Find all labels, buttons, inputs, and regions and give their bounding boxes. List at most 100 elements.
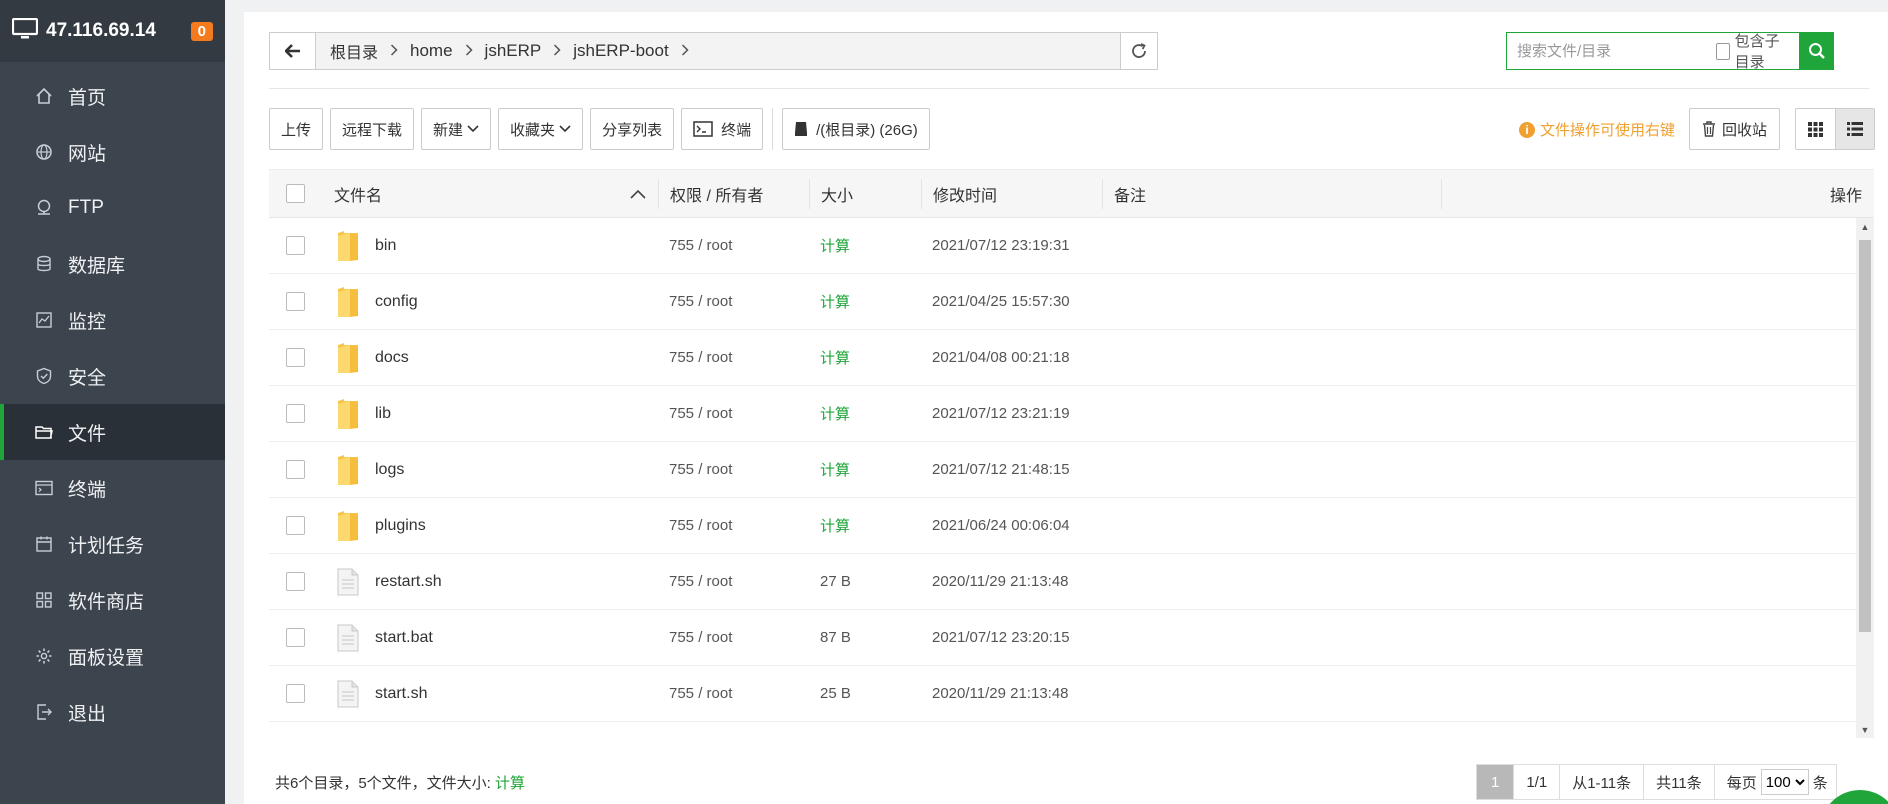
row-perm[interactable]: 755 / root <box>658 685 809 702</box>
row-name-cell[interactable]: config <box>322 286 658 318</box>
row-name-cell[interactable]: docs <box>322 342 658 374</box>
list-view-button[interactable] <box>1834 109 1874 149</box>
header-size[interactable]: 大小 <box>809 178 921 209</box>
file-name[interactable]: start.bat <box>375 629 433 647</box>
scroll-down-icon[interactable]: ▼ <box>1856 721 1874 738</box>
select-all-checkbox[interactable] <box>286 184 305 203</box>
include-subdir-toggle[interactable]: 包含子目录 <box>1716 30 1793 72</box>
search-input[interactable] <box>1507 33 1716 69</box>
table-row[interactable]: start.bat 755 / root 87 B 2021/07/12 23:20:… <box>269 610 1874 666</box>
back-button[interactable] <box>270 33 316 69</box>
row-name-cell[interactable]: bin <box>322 230 658 262</box>
row-size[interactable]: 计算 <box>809 459 921 480</box>
row-size[interactable]: 计算 <box>809 347 921 368</box>
table-row[interactable]: docs 755 / root 计算 2021/04/08 00:21:18 <box>269 330 1874 386</box>
disk-button[interactable]: /(根目录) (26G) <box>782 108 930 150</box>
header-perm[interactable]: 权限 / 所有者 <box>658 178 809 209</box>
row-name-cell[interactable]: plugins <box>322 510 658 542</box>
row-checkbox[interactable] <box>286 572 305 591</box>
row-name-cell[interactable]: restart.sh <box>322 568 658 596</box>
terminal-button[interactable]: 终端 <box>681 108 764 150</box>
file-name[interactable]: restart.sh <box>375 573 442 591</box>
row-name-cell[interactable]: lib <box>322 398 658 430</box>
file-name[interactable]: plugins <box>375 517 426 535</box>
row-checkbox[interactable] <box>286 348 305 367</box>
table-row[interactable]: lib 755 / root 计算 2021/07/12 23:21:19 <box>269 386 1874 442</box>
row-size[interactable]: 计算 <box>809 235 921 256</box>
scrollbar-thumb[interactable] <box>1859 240 1871 632</box>
sidebar-item-5[interactable]: 安全 <box>0 348 225 404</box>
calc-total-size-link[interactable]: 计算 <box>495 775 525 792</box>
row-checkbox[interactable] <box>286 684 305 703</box>
favorites-dropdown-button[interactable]: 收藏夹 <box>498 108 584 150</box>
sidebar-item-11[interactable]: 退出 <box>0 684 225 740</box>
sidebar-item-4[interactable]: 监控 <box>0 292 225 348</box>
new-dropdown-button[interactable]: 新建 <box>421 108 492 150</box>
row-checkbox[interactable] <box>286 404 305 423</box>
row-size[interactable]: 计算 <box>809 291 921 312</box>
sidebar-item-6[interactable]: 文件 <box>0 404 225 460</box>
notification-badge[interactable]: 0 <box>190 21 213 41</box>
row-checkbox[interactable] <box>286 628 305 647</box>
sidebar-item-9[interactable]: 软件商店 <box>0 572 225 628</box>
table-row[interactable]: logs 755 / root 计算 2021/07/12 21:48:15 <box>269 442 1874 498</box>
table-row[interactable]: bin 755 / root 计算 2021/07/12 23:19:31 <box>269 218 1874 274</box>
row-name-cell[interactable]: logs <box>322 454 658 486</box>
file-name[interactable]: bin <box>375 237 396 255</box>
recycle-bin-button[interactable]: 回收站 <box>1689 108 1781 150</box>
row-checkbox[interactable] <box>286 516 305 535</box>
grid-view-button[interactable] <box>1796 109 1835 149</box>
row-perm[interactable]: 755 / root <box>658 237 809 254</box>
table-row[interactable]: plugins 755 / root 计算 2021/06/24 00:06:04 <box>269 498 1874 554</box>
remote-download-button[interactable]: 远程下载 <box>330 108 415 150</box>
refresh-button[interactable] <box>1120 32 1158 70</box>
sidebar-item-7[interactable]: 终端 <box>0 460 225 516</box>
row-perm[interactable]: 755 / root <box>658 629 809 646</box>
row-checkbox[interactable] <box>286 236 305 255</box>
row-checkbox[interactable] <box>286 292 305 311</box>
table-row[interactable]: config 755 / root 计算 2021/04/25 15:57:30 <box>269 274 1874 330</box>
breadcrumb-item[interactable]: 根目录 <box>324 39 384 63</box>
file-name[interactable]: start.sh <box>375 685 427 703</box>
per-page-label: 每页 <box>1726 774 1757 792</box>
table-header: 文件名 权限 / 所有者 大小 修改时间 备注 操作 <box>269 170 1874 218</box>
include-subdir-checkbox[interactable] <box>1716 42 1730 60</box>
row-perm[interactable]: 755 / root <box>658 349 809 366</box>
breadcrumb-item[interactable]: jshERP <box>479 41 548 61</box>
row-time: 2020/11/29 21:13:48 <box>932 685 1069 702</box>
sidebar-item-8[interactable]: 计划任务 <box>0 516 225 572</box>
upload-button[interactable]: 上传 <box>269 108 324 150</box>
breadcrumb-item[interactable]: home <box>404 41 459 61</box>
row-size[interactable]: 计算 <box>809 403 921 424</box>
header-name[interactable]: 文件名 <box>322 179 658 209</box>
file-name[interactable]: config <box>375 293 418 311</box>
row-perm[interactable]: 755 / root <box>658 573 809 590</box>
row-perm[interactable]: 755 / root <box>658 461 809 478</box>
row-perm[interactable]: 755 / root <box>658 517 809 534</box>
scroll-up-icon[interactable]: ▲ <box>1856 218 1874 235</box>
file-name[interactable]: docs <box>375 349 409 367</box>
row-perm[interactable]: 755 / root <box>658 293 809 310</box>
sidebar-item-10[interactable]: 面板设置 <box>0 628 225 684</box>
per-page-select[interactable]: 100 <box>1760 769 1809 795</box>
row-name-cell[interactable]: start.bat <box>322 624 658 652</box>
row-name-cell[interactable]: start.sh <box>322 680 658 708</box>
sidebar-item-3[interactable]: 数据库 <box>0 236 225 292</box>
row-size[interactable]: 计算 <box>809 515 921 536</box>
search-button[interactable] <box>1799 32 1834 70</box>
file-name[interactable]: lib <box>375 405 391 423</box>
row-checkbox-cell <box>269 348 322 367</box>
sidebar-item-0[interactable]: 首页 <box>0 68 225 124</box>
row-perm[interactable]: 755 / root <box>658 405 809 422</box>
table-scrollbar[interactable]: ▲ ▼ <box>1856 218 1874 738</box>
page-current[interactable]: 1 <box>1477 765 1514 799</box>
header-time[interactable]: 修改时间 <box>921 178 1102 209</box>
sidebar-item-1[interactable]: 网站 <box>0 124 225 180</box>
row-checkbox[interactable] <box>286 460 305 479</box>
table-row[interactable]: start.sh 755 / root 25 B 2020/11/29 21:13:4… <box>269 666 1874 722</box>
table-row[interactable]: restart.sh 755 / root 27 B 2020/11/29 21:13… <box>269 554 1874 610</box>
file-name[interactable]: logs <box>375 461 404 479</box>
breadcrumb-item[interactable]: jshERP-boot <box>567 41 674 61</box>
share-list-button[interactable]: 分享列表 <box>590 108 675 150</box>
sidebar-item-2[interactable]: FTP <box>0 180 225 236</box>
